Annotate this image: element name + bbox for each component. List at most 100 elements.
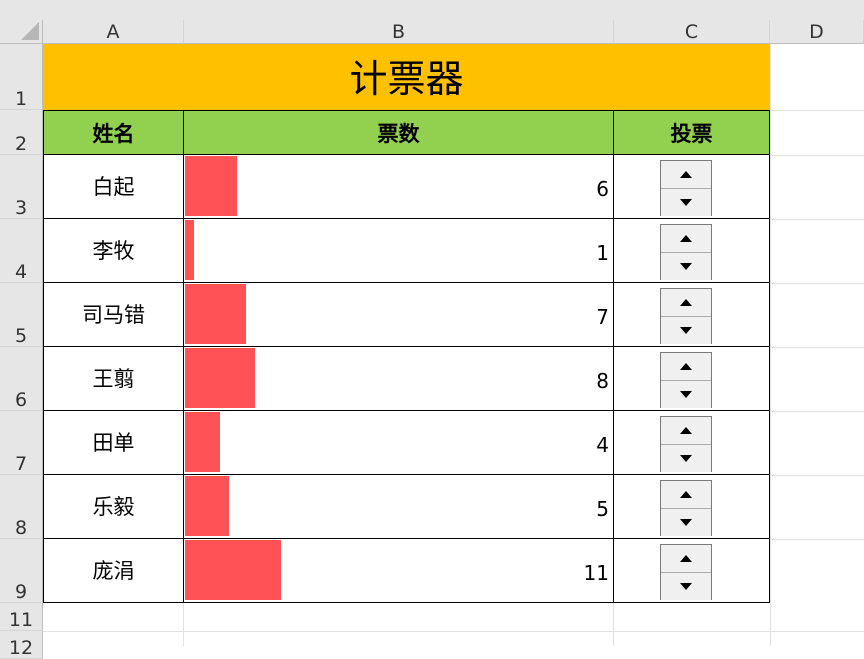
row-header-9[interactable]: 9 — [0, 539, 43, 603]
row-header-1[interactable]: 1 — [0, 44, 43, 110]
row-header-3[interactable]: 3 — [0, 155, 43, 219]
arrow-up-icon — [680, 491, 692, 498]
row-header-4[interactable]: 4 — [0, 219, 43, 283]
row-header-12[interactable]: 12 — [0, 631, 43, 659]
row-header-2[interactable]: 2 — [0, 110, 43, 155]
header-name[interactable]: 姓名 — [43, 110, 184, 155]
header-votes[interactable]: 票数 — [184, 110, 614, 155]
decrement-button[interactable] — [661, 188, 711, 216]
votes-cell[interactable]: 5 — [184, 475, 614, 539]
vote-count: 6 — [596, 177, 609, 201]
vote-data-bar — [185, 220, 194, 280]
vote-count: 8 — [596, 369, 609, 393]
gridline — [770, 539, 864, 540]
vote-control-cell — [614, 475, 770, 539]
arrow-up-icon — [680, 427, 692, 434]
vote-data-bar — [185, 476, 229, 536]
column-header-d[interactable]: D — [770, 20, 864, 44]
vote-data-bar — [185, 284, 246, 344]
sheet-title[interactable]: 计票器 — [43, 44, 770, 110]
arrow-down-icon — [680, 263, 692, 270]
name-cell[interactable]: 王翦 — [43, 347, 184, 411]
vote-count: 5 — [596, 497, 609, 521]
arrow-down-icon — [680, 455, 692, 462]
vote-data-bar — [185, 156, 237, 216]
name-cell[interactable]: 乐毅 — [43, 475, 184, 539]
vote-control-cell — [614, 539, 770, 603]
vote-spinner[interactable] — [660, 544, 712, 600]
vote-count: 7 — [596, 305, 609, 329]
row-header-8[interactable]: 8 — [0, 475, 43, 539]
increment-button[interactable] — [661, 545, 711, 573]
arrow-down-icon — [680, 199, 692, 206]
name-cell[interactable]: 司马错 — [43, 283, 184, 347]
vote-spinner[interactable] — [660, 480, 712, 536]
name-cell[interactable]: 庞涓 — [43, 539, 184, 603]
decrement-button[interactable] — [661, 252, 711, 280]
gridline — [770, 475, 864, 476]
decrement-button[interactable] — [661, 508, 711, 536]
gridline — [770, 283, 864, 284]
decrement-button[interactable] — [661, 316, 711, 344]
increment-button[interactable] — [661, 417, 711, 445]
vote-count: 4 — [596, 433, 609, 457]
gridline — [613, 603, 614, 646]
vote-spinner[interactable] — [660, 224, 712, 280]
votes-cell[interactable]: 7 — [184, 283, 614, 347]
vote-count: 1 — [596, 241, 609, 265]
arrow-down-icon — [680, 327, 692, 334]
vote-spinner[interactable] — [660, 352, 712, 408]
gridline — [43, 631, 864, 632]
gridline — [183, 603, 184, 646]
row-header-7[interactable]: 7 — [0, 411, 43, 475]
row-header-6[interactable]: 6 — [0, 347, 43, 411]
gridline — [770, 155, 864, 156]
increment-button[interactable] — [661, 225, 711, 253]
gridline — [770, 44, 771, 646]
arrow-up-icon — [680, 171, 692, 178]
name-cell[interactable]: 田单 — [43, 411, 184, 475]
vote-data-bar — [185, 540, 281, 600]
header-vote[interactable]: 投票 — [614, 110, 770, 155]
arrow-down-icon — [680, 391, 692, 398]
vote-control-cell — [614, 347, 770, 411]
vote-data-bar — [185, 412, 220, 472]
decrement-button[interactable] — [661, 380, 711, 408]
select-all-corner[interactable] — [0, 20, 43, 44]
increment-button[interactable] — [661, 161, 711, 189]
column-header-b[interactable]: B — [184, 20, 614, 44]
arrow-up-icon — [680, 299, 692, 306]
gridline — [770, 110, 864, 111]
vote-spinner[interactable] — [660, 160, 712, 216]
increment-button[interactable] — [661, 481, 711, 509]
arrow-up-icon — [680, 235, 692, 242]
vote-data-bar — [185, 348, 255, 408]
increment-button[interactable] — [661, 353, 711, 381]
vote-spinner[interactable] — [660, 288, 712, 344]
name-cell[interactable]: 白起 — [43, 155, 184, 219]
vote-control-cell — [614, 411, 770, 475]
name-cell[interactable]: 李牧 — [43, 219, 184, 283]
row-header-11[interactable]: 11 — [0, 603, 43, 631]
arrow-down-icon — [680, 583, 692, 590]
vote-control-cell — [614, 155, 770, 219]
votes-cell[interactable]: 1 — [184, 219, 614, 283]
arrow-up-icon — [680, 555, 692, 562]
select-all-triangle-icon — [21, 22, 39, 40]
arrow-down-icon — [680, 519, 692, 526]
decrement-button[interactable] — [661, 444, 711, 472]
arrow-up-icon — [680, 363, 692, 370]
column-header-a[interactable]: A — [43, 20, 184, 44]
votes-cell[interactable]: 4 — [184, 411, 614, 475]
vote-spinner[interactable] — [660, 416, 712, 472]
decrement-button[interactable] — [661, 572, 711, 600]
gridline — [770, 411, 864, 412]
votes-cell[interactable]: 8 — [184, 347, 614, 411]
ribbon-strip — [0, 0, 864, 20]
votes-cell[interactable]: 11 — [184, 539, 614, 603]
row-header-5[interactable]: 5 — [0, 283, 43, 347]
increment-button[interactable] — [661, 289, 711, 317]
column-header-c[interactable]: C — [614, 20, 770, 44]
votes-cell[interactable]: 6 — [184, 155, 614, 219]
vote-count: 11 — [583, 561, 609, 585]
